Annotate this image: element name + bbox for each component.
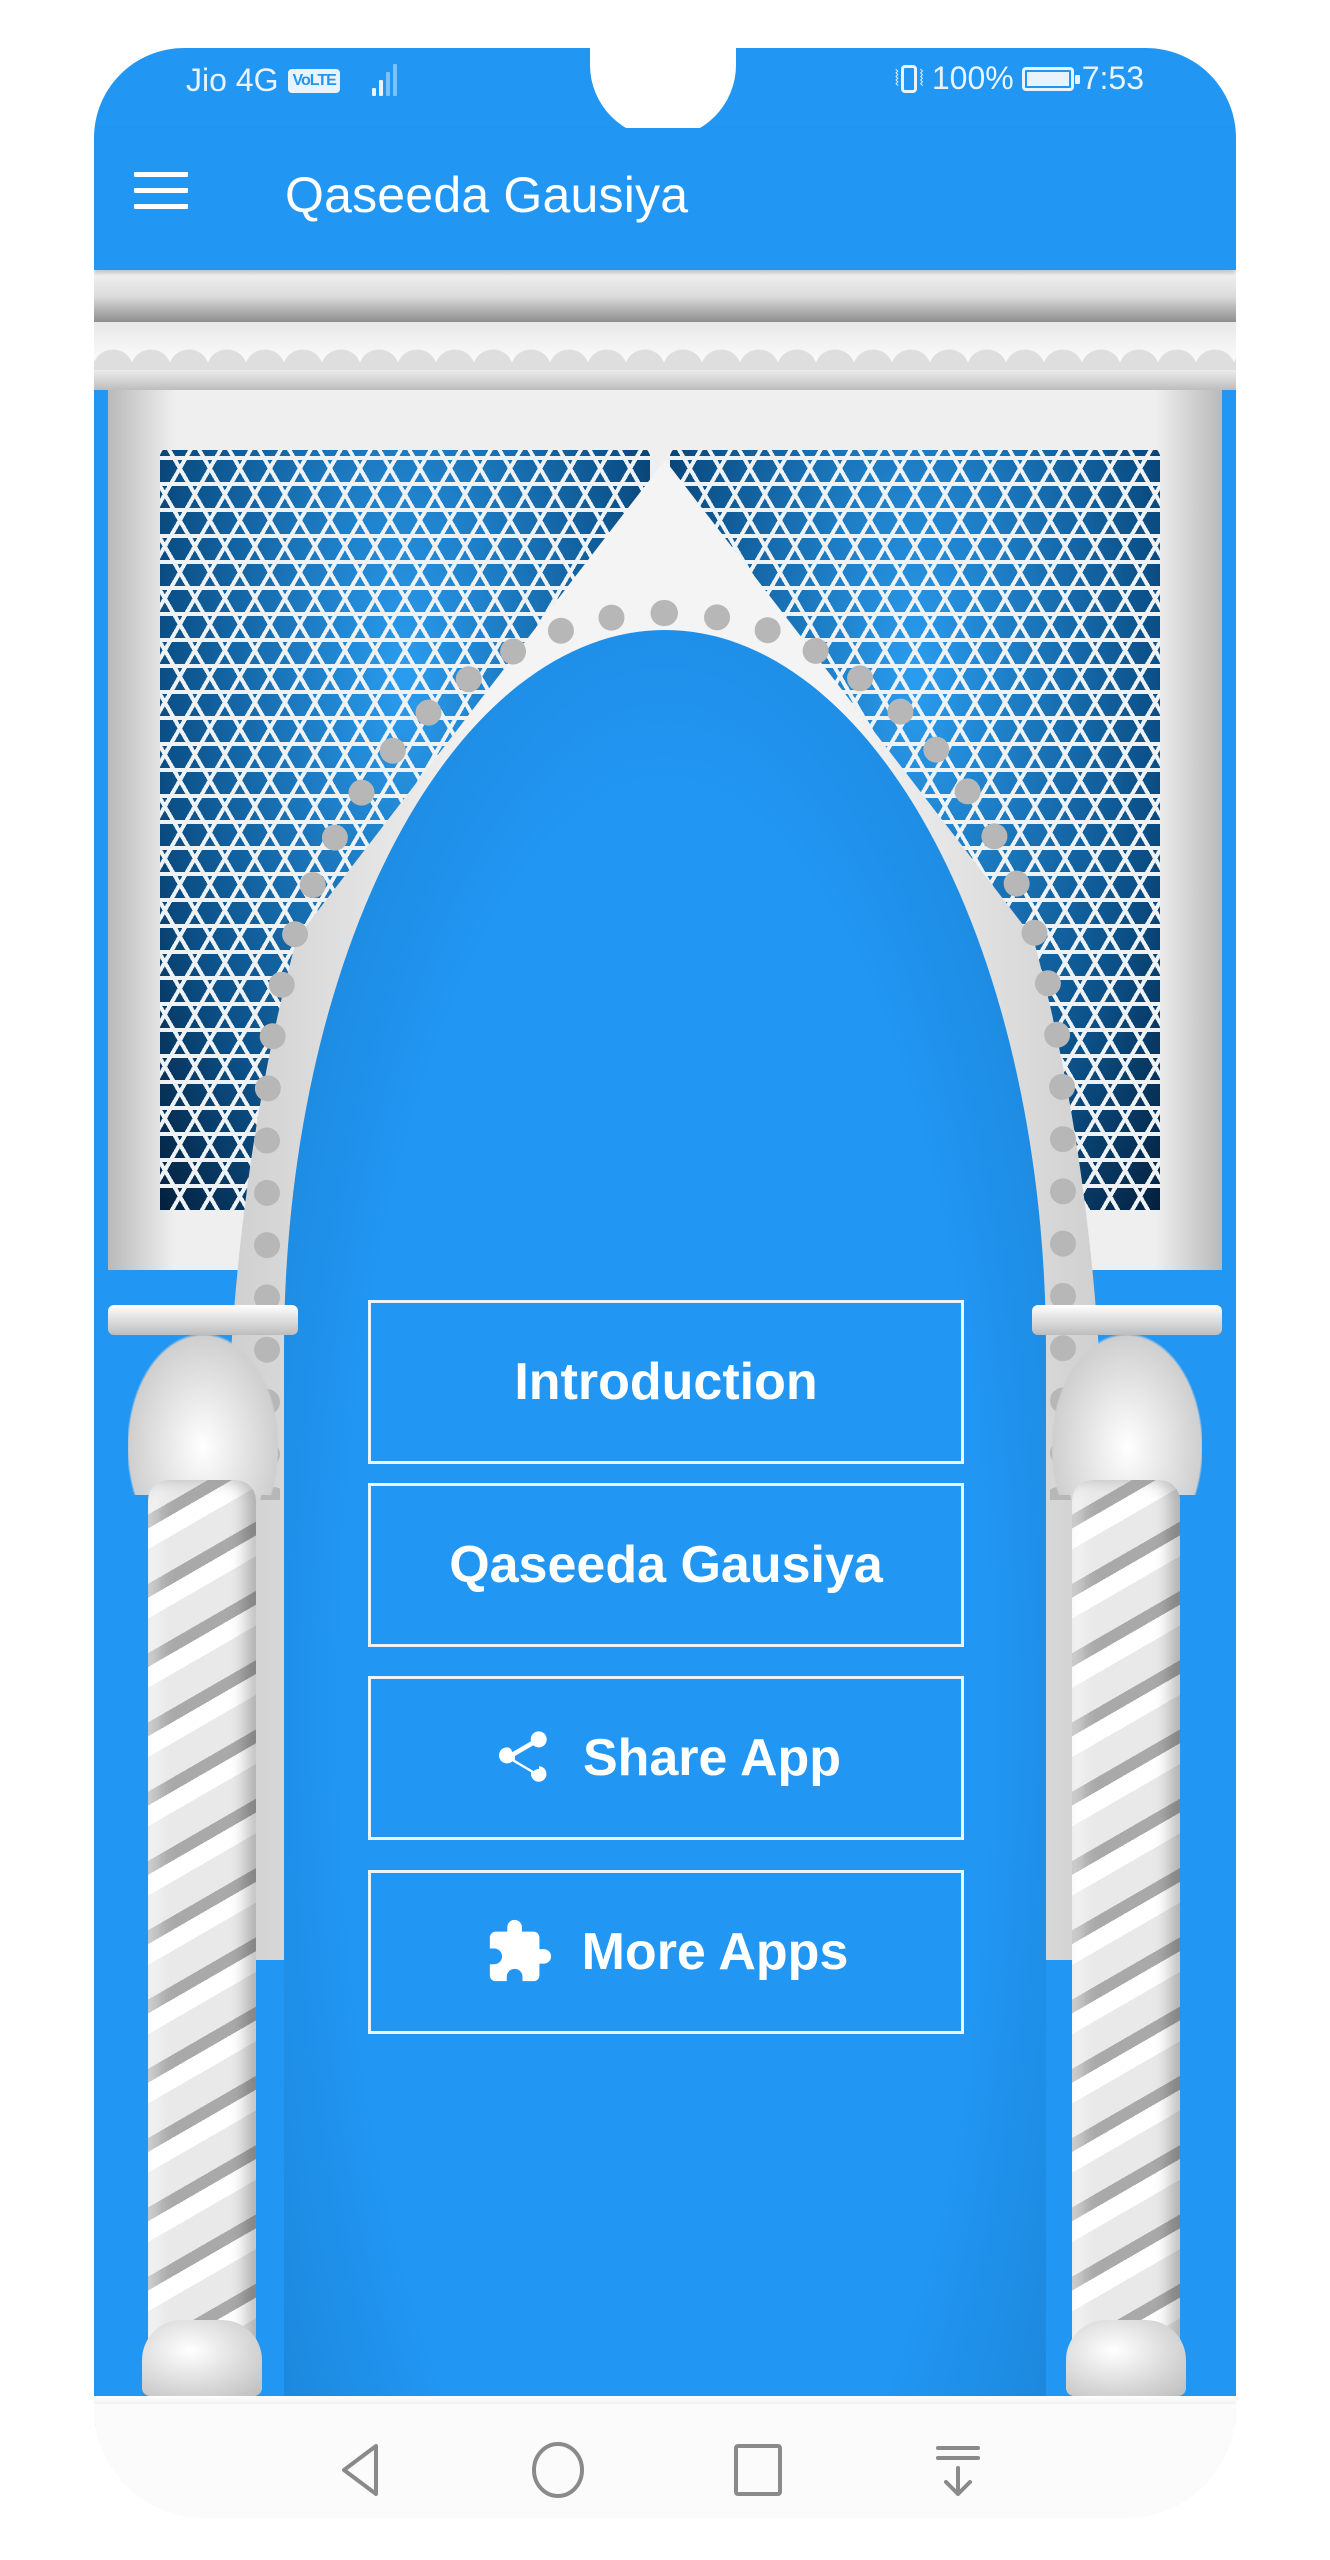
share-app-label: Share App [582, 1729, 842, 1787]
column-leaf-left [128, 1335, 278, 1495]
battery-fill [1026, 71, 1069, 86]
more-apps-button[interactable]: More Apps [368, 1870, 964, 2034]
signal-icon [371, 63, 397, 96]
twisted-column-left [148, 1480, 256, 2380]
phone-screen: Jio 4G VoLTE ⦚ ⦚ 100% 7:53 Qaseeda Gausiy… [94, 48, 1236, 2518]
signal-bar [385, 71, 390, 96]
ornament-scallops [94, 322, 1236, 370]
app-bar: Qaseeda Gausiya [94, 128, 1236, 270]
clock: 7:53 [1081, 60, 1144, 96]
qaseeda-gausiya-label: Qaseeda Gausiya [449, 1536, 883, 1594]
carrier-label: Jio 4G [186, 62, 279, 98]
share-icon [498, 1731, 547, 1782]
column-base-left [142, 2320, 262, 2396]
arch-background: Introduction Qaseeda Gausiya Share App M… [94, 270, 1236, 2430]
notification-pull-down-icon[interactable] [928, 2440, 988, 2500]
column-base-right [1066, 2320, 1186, 2396]
volte-badge: VoLTE [288, 68, 340, 93]
column-capital-right [1032, 1305, 1222, 1335]
signal-bar [392, 63, 397, 96]
system-nav-bar [94, 2404, 1236, 2518]
hamburger-menu-icon[interactable] [134, 172, 188, 216]
camera-notch [590, 48, 736, 138]
recents-icon[interactable] [728, 2440, 788, 2500]
ornament-frame [94, 370, 1236, 390]
introduction-button[interactable]: Introduction [368, 1300, 964, 1464]
column-leaf-right [1052, 1335, 1202, 1495]
battery-icon [1021, 66, 1080, 91]
status-right: ⦚ ⦚ 100% 7:53 [895, 60, 1144, 97]
twisted-column-right [1072, 1480, 1180, 2380]
more-apps-label: More Apps [581, 1923, 849, 1981]
app-title: Qaseeda Gausiya [285, 167, 689, 223]
home-icon[interactable] [528, 2440, 588, 2500]
signal-bar [371, 87, 376, 96]
introduction-label: Introduction [514, 1353, 818, 1411]
status-bar: Jio 4G VoLTE ⦚ ⦚ 100% 7:53 [94, 48, 1236, 138]
puzzle-piece-icon [489, 1919, 551, 1982]
battery-percent: 100% [931, 60, 1014, 96]
ornament-lintel [94, 270, 1236, 322]
back-icon[interactable] [330, 2440, 390, 2500]
qaseeda-gausiya-button[interactable]: Qaseeda Gausiya [368, 1483, 964, 1647]
column-capital-left [108, 1305, 298, 1335]
signal-bar [378, 79, 383, 96]
status-left: Jio 4G VoLTE [186, 62, 397, 99]
vibrate-icon: ⦚ ⦚ [894, 64, 924, 93]
share-app-button[interactable]: Share App [368, 1676, 964, 1840]
